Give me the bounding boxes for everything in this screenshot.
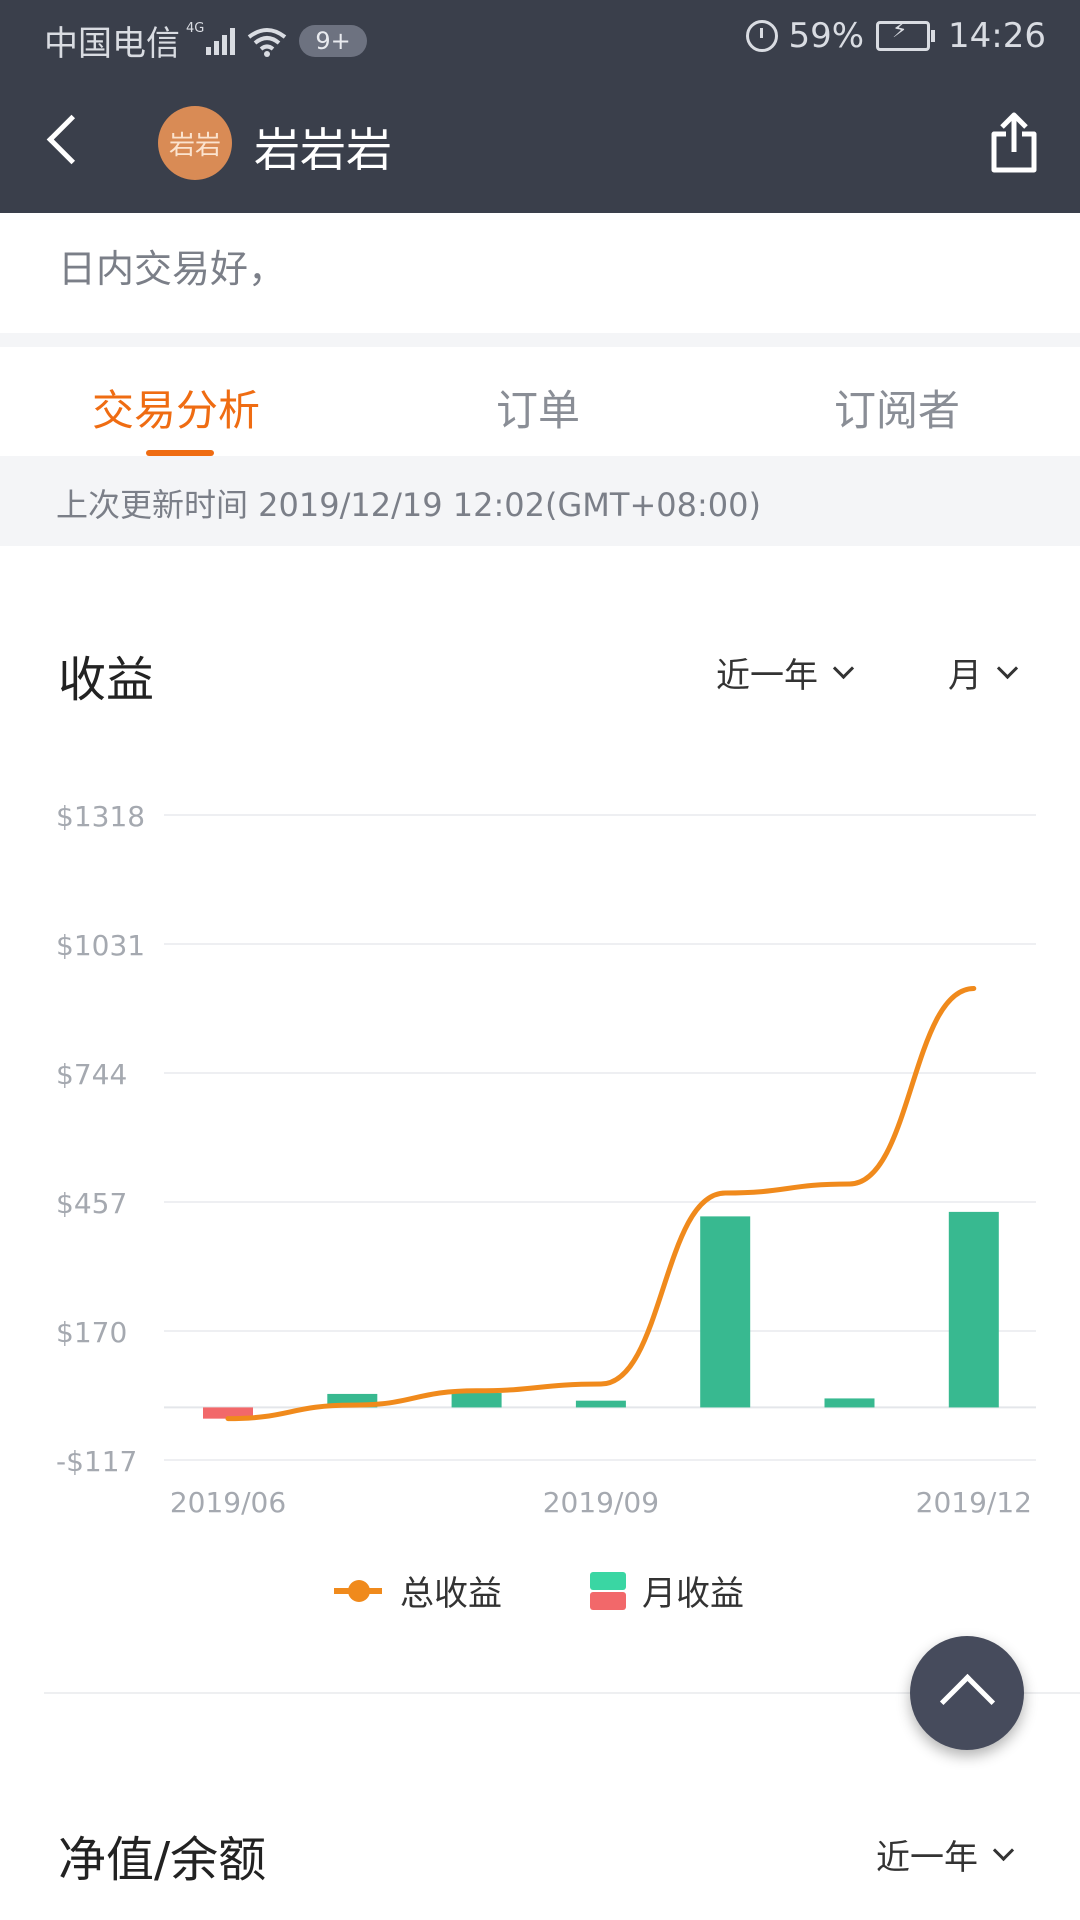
last-update-bar: 上次更新时间 2019/12/19 12:02(GMT+08:00) — [0, 456, 1080, 546]
tab-subscribers[interactable]: 订阅者 — [834, 377, 960, 438]
legend-item-monthly: 月收益 — [590, 1566, 744, 1615]
alarm-icon — [746, 20, 779, 52]
profile-header: 岩岩 岩岩岩 — [0, 74, 1080, 213]
y-tick-label: $1318 — [56, 800, 145, 833]
total-earnings-line — [225, 985, 977, 1422]
top-bar: 中国电信 4G 9+ 59% ⚡ 14:26 岩岩 岩岩岩 — [0, 0, 1080, 213]
x-tick-label: 2019/06 — [170, 1486, 286, 1519]
battery-percent: 59% — [788, 16, 865, 56]
net-range-dropdown[interactable]: 近一年 — [876, 1830, 1015, 1879]
notification-badge: 9+ — [299, 24, 367, 57]
period-dropdown[interactable]: 月 — [948, 648, 1019, 697]
x-tick-label: 2019/12 — [916, 1486, 1032, 1519]
tab-trade-analysis[interactable]: 交易分析 — [92, 377, 260, 438]
bar — [575, 1400, 626, 1408]
section-gap — [0, 333, 1080, 347]
chevron-down-icon — [996, 657, 1019, 680]
legend-item-total: 总收益 — [334, 1566, 502, 1615]
username: 岩岩岩 — [254, 123, 392, 177]
range-dropdown-label: 近一年 — [716, 656, 818, 696]
chevron-down-icon — [832, 657, 855, 680]
bar — [948, 1211, 999, 1408]
line-swatch-icon — [334, 1579, 382, 1602]
chart-legend: 总收益 月收益 — [0, 1560, 1080, 1620]
avatar[interactable]: 岩岩 — [158, 106, 232, 180]
scroll-to-top-button[interactable] — [910, 1636, 1024, 1750]
wifi-icon — [248, 27, 287, 57]
x-tick-label: 2019/09 — [543, 1486, 659, 1519]
battery-icon: ⚡ — [876, 18, 936, 51]
earnings-title: 收益 — [58, 652, 155, 708]
y-tick-label: -$117 — [56, 1445, 137, 1478]
earnings-chart: $1318 $1031 $744 $457 $170 -$117 2019/06 2019/0… — [56, 800, 1036, 1519]
last-update-text: 上次更新时间 2019/12/19 12:02(GMT+08:00) — [56, 486, 761, 524]
network-type: 4G — [186, 21, 205, 36]
tab-orders[interactable]: 订单 — [496, 377, 580, 438]
range-dropdown[interactable]: 近一年 — [716, 648, 855, 697]
tab-bar: 交易分析 订单 订阅者 — [0, 347, 1080, 455]
bar — [700, 1216, 751, 1408]
chevron-down-icon — [992, 1839, 1015, 1862]
share-icon[interactable] — [988, 112, 1040, 174]
avatar-text: 岩岩 — [168, 130, 221, 161]
carrier-name: 中国电信 — [44, 24, 180, 64]
y-tick-label: $744 — [56, 1058, 127, 1091]
back-arrow-icon[interactable] — [46, 114, 97, 165]
net-value-title: 净值/余额 — [58, 1832, 267, 1888]
bar-swatch-icon — [590, 1571, 626, 1610]
profile-bio: 日内交易好， — [58, 247, 287, 291]
net-range-dropdown-label: 近一年 — [876, 1838, 978, 1878]
y-tick-label: $170 — [56, 1316, 127, 1349]
y-tick-label: $457 — [56, 1187, 127, 1220]
y-tick-label: $1031 — [56, 929, 145, 962]
signal-icon — [206, 27, 236, 55]
clock: 14:26 — [948, 16, 1046, 56]
bar — [451, 1393, 502, 1408]
period-dropdown-label: 月 — [948, 656, 982, 696]
status-bar: 中国电信 4G 9+ 59% ⚡ 14:26 — [0, 0, 1080, 74]
chevron-up-icon — [939, 1673, 996, 1730]
legend-monthly-label: 月收益 — [642, 1574, 744, 1614]
legend-total-label: 总收益 — [400, 1574, 502, 1614]
bar — [824, 1398, 875, 1408]
